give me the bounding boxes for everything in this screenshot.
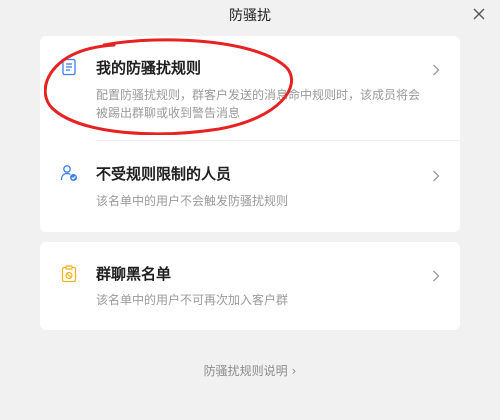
- my-rules-description: 配置防骚扰规则，群客户发送的消息命中规则时，该成员将会被踢出群聊或收到警告消息: [96, 88, 421, 120]
- chevron-right-icon: [432, 167, 440, 182]
- group-blacklist-description: 该名单中的用户不可再次加入客户群: [96, 293, 289, 307]
- blacklist-card: 群聊黑名单 该名单中的用户不可再次加入客户群: [40, 242, 460, 330]
- group-blacklist-item[interactable]: 群聊黑名单 该名单中的用户不可再次加入客户群: [40, 242, 460, 330]
- blocked-list-icon: [60, 265, 78, 283]
- chevron-right-icon: [432, 267, 440, 282]
- rules-explanation-label: 防骚扰规则说明: [203, 364, 288, 378]
- my-rules-title: 我的防骚扰规则: [96, 59, 202, 77]
- group-blacklist-title: 群聊黑名单: [96, 265, 172, 283]
- chevron-right-icon: [432, 61, 440, 76]
- document-icon: [60, 58, 78, 76]
- chevron-right-icon: ›: [291, 364, 297, 378]
- close-icon[interactable]: [472, 7, 486, 21]
- exempt-users-title: 不受规则限制的人员: [96, 165, 232, 183]
- my-rules-item[interactable]: 我的防骚扰规则 配置防骚扰规则，群客户发送的消息命中规则时，该成员将会被踢出群聊…: [40, 36, 460, 132]
- window-title: 防骚扰: [229, 8, 271, 24]
- rules-card: 我的防骚扰规则 配置防骚扰规则，群客户发送的消息命中规则时，该成员将会被踢出群聊…: [40, 36, 460, 232]
- rules-explanation-link[interactable]: 防骚扰规则说明 ›: [0, 362, 500, 379]
- user-check-icon: [60, 164, 78, 182]
- exempt-users-item[interactable]: 不受规则限制的人员 该名单中的用户不会触发防骚扰规则: [40, 142, 460, 232]
- exempt-users-description: 该名单中的用户不会触发防骚扰规则: [96, 194, 289, 208]
- title-bar: 防骚扰: [0, 0, 500, 30]
- divider: [96, 140, 460, 141]
